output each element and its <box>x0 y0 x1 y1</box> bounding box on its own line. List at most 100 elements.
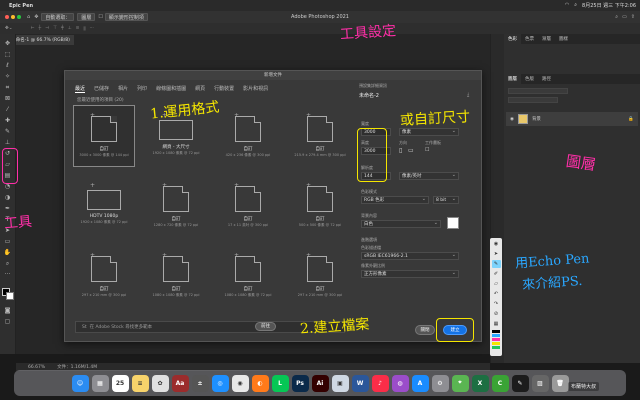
color-blue[interactable] <box>492 334 500 337</box>
dock-app-firefox[interactable]: ◐ <box>251 374 269 392</box>
checkbox-icon[interactable]: ☐ <box>98 14 102 20</box>
distribute-vertical-icon[interactable]: ⫼ <box>83 26 85 32</box>
shape-tool-icon[interactable]: ▭ <box>2 238 14 246</box>
go-button[interactable]: 前往 <box>255 322 276 331</box>
bit-depth-select[interactable]: 8 bit <box>433 196 459 204</box>
align-bottom-icon[interactable]: ⊥ <box>68 26 72 32</box>
doc-name[interactable]: 未命名-2 <box>359 92 379 99</box>
preset-card[interactable]: + 自訂 420 x 236 像素 @ 300 ppi <box>217 105 279 167</box>
dock-app-preview[interactable]: ▣ <box>331 374 349 392</box>
dock-app-notes[interactable]: ≡ <box>131 374 149 392</box>
color-yellow[interactable] <box>492 342 500 345</box>
dock-app-safari[interactable]: ◎ <box>211 374 229 392</box>
tool-preset-icon[interactable]: ✥⌄ <box>5 26 13 31</box>
bg-color-swatch[interactable] <box>447 217 459 229</box>
background-color[interactable] <box>5 292 14 300</box>
portrait-icon[interactable]: ▯ <box>399 147 402 154</box>
tab-art[interactable]: 線條圖和插圖 <box>156 85 186 93</box>
frame-tool-icon[interactable]: ⊠ <box>2 95 14 103</box>
share-icon[interactable]: ⇪ <box>631 14 635 20</box>
tab-mobile[interactable]: 行動裝置 <box>214 85 234 93</box>
close-button[interactable]: 關閉 <box>415 325 435 335</box>
bg-select[interactable]: 白色 <box>361 220 441 228</box>
layer-select-dropdown[interactable]: 圖層 <box>77 13 96 21</box>
panel-tab-patterns[interactable]: 圖樣 <box>555 34 572 44</box>
home-icon[interactable]: ⌂ <box>27 14 30 20</box>
dock-app-word[interactable]: W <box>351 374 369 392</box>
dodge-tool-icon[interactable]: ◑ <box>2 194 14 202</box>
pixel-aspect-select[interactable]: 正方形像素 <box>361 270 459 278</box>
dock-app-image-viewer[interactable]: ▨ <box>531 374 549 392</box>
dock-app-photoshop[interactable]: Ps <box>291 374 309 392</box>
search-icon[interactable]: ⌕ <box>615 14 618 20</box>
color-green[interactable] <box>492 346 500 349</box>
color-profile-select[interactable]: sRGB IEC61966-2.1 <box>361 252 459 260</box>
dock-app-app-store[interactable]: A <box>411 374 429 392</box>
tab-film[interactable]: 影片和視訊 <box>243 85 268 93</box>
preset-card[interactable]: + 自訂 500 x 500 像素 @ 72 ppi <box>289 175 351 237</box>
panel-tab-gradients[interactable]: 漸層 <box>538 34 555 44</box>
echo-logo-icon[interactable]: ◉ <box>492 240 501 248</box>
layer-row[interactable]: ◉ 背景 🔒 <box>506 112 638 126</box>
transform-controls-label[interactable]: 顯示變形控制項 <box>104 13 148 21</box>
align-top-icon[interactable]: ⊤ <box>53 26 57 32</box>
zoom-level[interactable]: 66.67% <box>28 365 45 370</box>
zoom-tool-icon[interactable]: ⌕ <box>2 260 14 268</box>
dock-app-maps[interactable]: ⌖ <box>451 374 469 392</box>
healing-tool-icon[interactable]: ✚ <box>2 117 14 125</box>
tab-recent[interactable]: 最近 <box>75 85 86 93</box>
quick-mask-icon[interactable]: ◙ <box>2 307 14 315</box>
preset-card[interactable]: + 自訂 3000 x 3000 像素 @ 144 ppi <box>73 105 135 167</box>
preset-card[interactable]: + HDTV 1080p 1920 x 1080 像素 @ 72 ppi <box>73 175 135 237</box>
panel-tab-swatches[interactable]: 色票 <box>521 34 538 44</box>
align-center-icon[interactable]: ┼ <box>38 26 41 32</box>
dock-app-calculator[interactable]: ± <box>191 374 209 392</box>
dock-app-illustrator[interactable]: Ai <box>311 374 329 392</box>
tab-photo[interactable]: 相片 <box>118 85 128 93</box>
stamp-tool-icon[interactable]: ⊥ <box>2 139 14 147</box>
lock-icon[interactable]: 🔒 <box>628 117 634 122</box>
hand-tool-icon[interactable]: ✋ <box>2 249 14 257</box>
cursor-icon[interactable]: ➤ <box>492 250 501 258</box>
eyedropper-tool-icon[interactable]: ⁄ <box>2 106 14 114</box>
align-middle-icon[interactable]: ╪ <box>61 26 64 32</box>
save-preset-icon[interactable]: ⤓ <box>467 92 469 98</box>
panel-tab-color[interactable]: 色彩 <box>504 34 521 44</box>
crop-tool-icon[interactable]: ⌗ <box>2 84 14 92</box>
panel-tab-paths[interactable]: 路徑 <box>538 74 555 84</box>
color-black[interactable] <box>492 330 500 333</box>
dock-app-trash[interactable]: 🗑 <box>551 374 569 392</box>
dock-app-calendar[interactable]: 25 <box>111 374 129 392</box>
close-window-button[interactable] <box>5 15 9 19</box>
preset-card[interactable]: + 自訂 1080 x 1080 像素 @ 72 ppi <box>145 245 207 307</box>
clear-icon[interactable]: ⊘ <box>492 310 501 318</box>
dock-app-line[interactable]: L <box>271 374 289 392</box>
lasso-tool-icon[interactable]: ℓ <box>2 62 14 70</box>
tab-saved[interactable]: 已儲存 <box>94 85 109 93</box>
blackboard-icon[interactable]: ▦ <box>492 320 501 328</box>
zoom-window-button[interactable] <box>17 15 21 19</box>
move-tool-icon[interactable]: ✥ <box>2 40 14 48</box>
align-right-icon[interactable]: ⊣ <box>45 26 49 32</box>
preset-card[interactable]: + 自訂 215.9 x 279.4 mm @ 300 ppi <box>289 105 351 167</box>
panel-tab-layers[interactable]: 圖層 <box>504 74 521 84</box>
move-tool-icon[interactable]: ✥ <box>34 14 38 20</box>
redo-icon[interactable]: ↷ <box>492 300 501 308</box>
preset-card[interactable]: + 自訂 297 x 210 mm @ 300 ppi <box>73 245 135 307</box>
dock-app-podcasts[interactable]: ◍ <box>391 374 409 392</box>
color-mode-select[interactable]: RGB 色彩 <box>361 196 429 204</box>
distribute-icon[interactable]: ≡ <box>76 26 80 32</box>
color-swatches[interactable] <box>1 288 14 300</box>
color-pink[interactable] <box>492 338 500 341</box>
preset-card[interactable]: + 自訂 1080 x 1080 像素 @ 72 ppi <box>217 245 279 307</box>
panel-tab-channels[interactable]: 色版 <box>521 74 538 84</box>
screen-mode-icon[interactable]: ▢ <box>2 318 14 326</box>
dock-app-launchpad[interactable]: ▦ <box>91 374 109 392</box>
eye-icon[interactable]: ◉ <box>510 117 514 122</box>
tab-web[interactable]: 網頁 <box>195 85 205 93</box>
more-tools-icon[interactable]: ··· <box>2 271 14 279</box>
preset-card[interactable]: + 自訂 17 x 11 英吋 @ 300 ppi <box>217 175 279 237</box>
workspace-icon[interactable]: ▭ <box>622 14 627 20</box>
marquee-tool-icon[interactable]: ⬚ <box>2 51 14 59</box>
minimize-window-button[interactable] <box>11 15 15 19</box>
